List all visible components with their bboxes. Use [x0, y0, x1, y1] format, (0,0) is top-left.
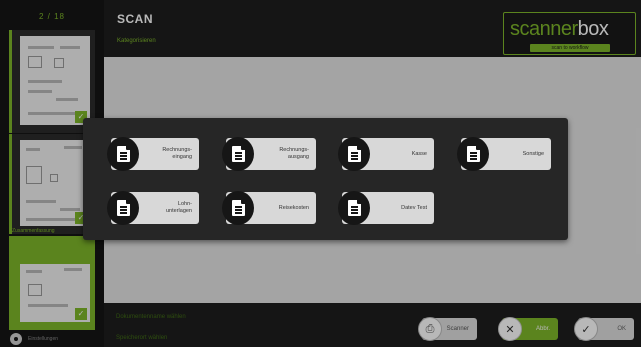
category-button-reisekosten[interactable]: Reisekosten — [222, 191, 316, 225]
category-label: Lohn- unterlagen — [166, 201, 192, 214]
category-label: Datev Test — [401, 204, 427, 211]
document-icon — [338, 137, 370, 171]
scanner-app: 2 / 18 ✓ ✓ ✓ Zusammenfassung Einstellung… — [0, 0, 641, 347]
category-button-kasse[interactable]: Kasse — [338, 137, 434, 171]
category-button-rechnungsausgang[interactable]: Rechnungs- ausgang — [222, 137, 316, 171]
category-dialog: Rechnungs- eingang Rechnungs- ausgang Ka… — [83, 118, 568, 240]
category-button-lohnunterlagen[interactable]: Lohn- unterlagen — [107, 191, 199, 225]
category-button-rechnungseingang[interactable]: Rechnungs- eingang — [107, 137, 199, 171]
document-icon — [222, 137, 254, 171]
document-icon — [222, 191, 254, 225]
document-icon — [338, 191, 370, 225]
document-icon — [107, 191, 139, 225]
category-label: Kasse — [411, 150, 427, 157]
category-button-sonstige[interactable]: Sonstige — [457, 137, 551, 171]
document-icon — [107, 137, 139, 171]
category-label: Reisekosten — [278, 204, 309, 211]
category-label: Rechnungs- ausgang — [279, 147, 309, 160]
document-icon — [457, 137, 489, 171]
category-button-datev-test[interactable]: Datev Test — [338, 191, 434, 225]
category-label: Rechnungs- eingang — [162, 147, 192, 160]
category-label: Sonstige — [522, 150, 544, 157]
